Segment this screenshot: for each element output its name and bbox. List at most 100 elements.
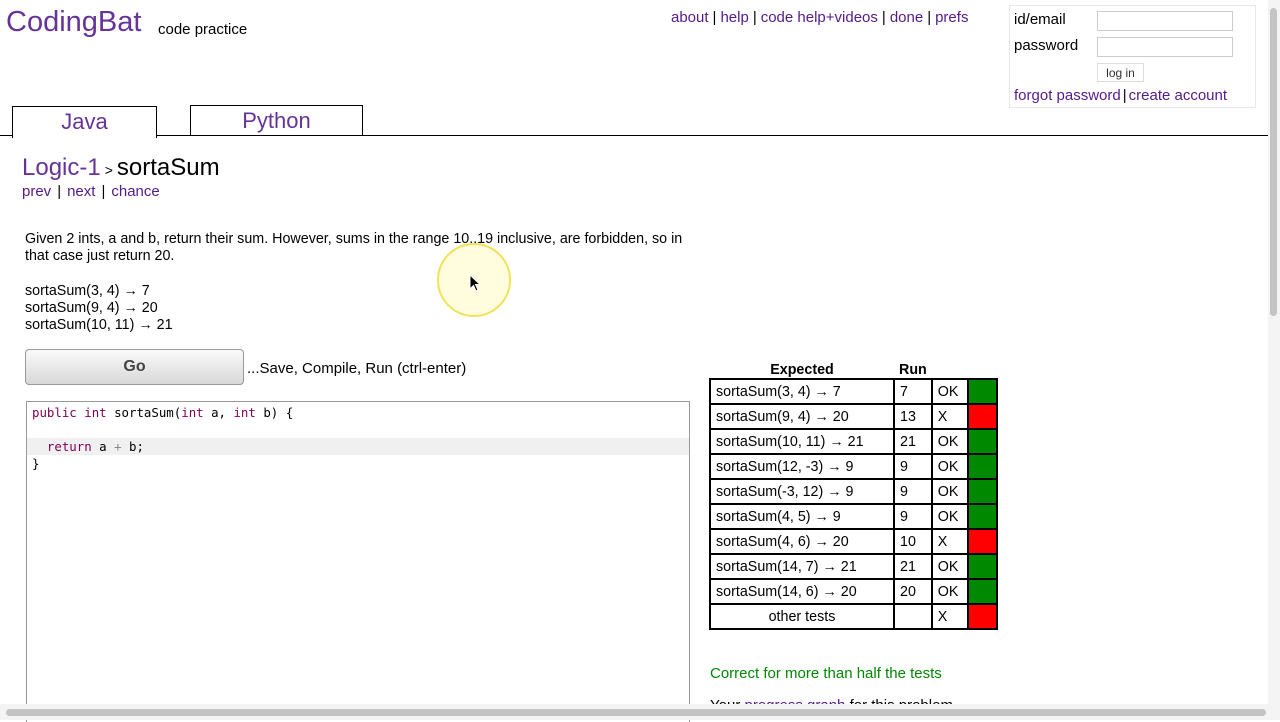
id-email-label: id/email [1014,11,1066,28]
expected-cell: sortaSum(12, -3) → 9 [709,453,895,480]
expected-cell: sortaSum(-3, 12) → 9 [709,478,895,505]
result-cell: X [930,403,969,430]
results-row: sortaSum(12, -3) → 9 9 OK [709,453,998,480]
result-cell: OK [930,553,969,580]
breadcrumb-separator: > [104,162,113,178]
nav-prefs-link[interactable]: prefs [935,9,968,26]
problem-title: sortaSum [116,154,220,181]
example-line: sortaSum(10, 11) → 21 [25,317,173,333]
code-token: int [84,405,107,420]
create-account-link[interactable]: create account [1129,87,1227,104]
expected-header: Expected [770,361,834,378]
result-cell: OK [930,478,969,505]
code-token: int [181,405,204,420]
vertical-scroll-thumb[interactable] [1270,8,1277,316]
prev-link[interactable]: prev [22,183,51,200]
nav-separator: | [101,183,106,200]
password-input[interactable] [1097,37,1233,57]
pass-indicator [966,503,998,530]
run-cell: 10 [893,528,933,555]
nav-about-link[interactable]: about [671,9,709,26]
fail-indicator [966,403,998,430]
expected-cell: sortaSum(3, 4) → 7 [709,378,895,405]
login-box: id/email password log in forgot password… [1009,5,1256,108]
run-cell: 9 [893,478,933,505]
run-header: Run [899,361,927,378]
problem-nav: prev | next | chance [22,183,160,200]
example-line: sortaSum(3, 4) → 7 [25,283,150,299]
mouse-pointer-icon [469,274,481,292]
nav-done-link[interactable]: done [890,9,923,26]
tab-divider [0,135,1268,136]
pass-indicator [966,378,998,405]
horizontal-scroll-thumb[interactable] [6,709,1266,716]
results-table: Expected Run sortaSum(3, 4) → 7 7 OK sortaS… [709,361,998,630]
next-link[interactable]: next [67,183,95,200]
results-summary: Correct for more than half the tests [710,665,942,682]
expected-cell: sortaSum(10, 11) → 21 [709,428,895,455]
expected-cell: other tests [709,603,895,630]
results-row: sortaSum(14, 7) → 21 21 OK [709,553,998,580]
run-cell: 21 [893,553,933,580]
id-email-input[interactable] [1097,11,1233,31]
code-token: + [114,439,122,454]
code-token: return [46,439,92,454]
run-cell [893,603,933,630]
nav-separator: | [57,183,62,200]
result-cell: OK [930,578,969,605]
code-line[interactable]: return a + b; [32,438,144,455]
login-button[interactable]: log in [1097,63,1144,82]
tab-java[interactable]: Java [12,106,157,138]
result-cell: OK [930,453,969,480]
fail-indicator [966,603,998,630]
nav-separator: | [712,9,717,26]
result-cell: OK [930,378,969,405]
pass-indicator [966,428,998,455]
breadcrumb-category-link[interactable]: Logic-1 [22,154,101,181]
code-token: int [233,405,256,420]
breadcrumb: Logic-1 > sortaSum [22,154,220,182]
expected-cell: sortaSum(14, 7) → 21 [709,553,895,580]
password-label: password [1014,37,1079,54]
result-header [932,361,968,379]
results-row: sortaSum(-3, 12) → 9 9 OK [709,478,998,505]
results-row: sortaSum(4, 6) → 20 10 X [709,528,998,555]
nav-code-help-link[interactable]: code help+videos [761,9,878,26]
run-cell: 13 [893,403,933,430]
tab-python[interactable]: Python [190,105,363,136]
chance-link[interactable]: chance [111,183,159,200]
nav-help-link[interactable]: help [720,9,748,26]
results-row: sortaSum(10, 11) → 21 21 OK [709,428,998,455]
code-token: public [32,405,77,420]
result-cell: OK [930,503,969,530]
results-header-row: Expected Run [710,361,997,379]
expected-cell: sortaSum(9, 4) → 20 [709,403,895,430]
expected-cell: sortaSum(4, 5) → 9 [709,503,895,530]
run-cell: 21 [893,428,933,455]
results-row: sortaSum(14, 6) → 20 20 OK [709,578,998,605]
result-cell: OK [930,428,969,455]
top-nav: about | help | code help+videos | done | prefs [671,9,968,26]
code-line[interactable] [32,421,39,438]
run-cell: 9 [893,503,933,530]
problem-description: Given 2 ints, a and b, return their sum.… [25,231,683,264]
example-line: sortaSum(9, 4) → 20 [25,300,158,316]
site-logo[interactable]: CodingBat [6,6,141,39]
nav-separator: | [881,9,886,26]
code-editor[interactable]: public int sortaSum(int a, int b) { retu… [26,401,690,722]
pass-indicator [966,453,998,480]
nav-separator: | [927,9,932,26]
results-row: sortaSum(9, 4) → 20 13 X [709,403,998,430]
nav-separator: | [752,9,757,26]
forgot-password-link[interactable]: forgot password [1014,87,1121,104]
results-row: sortaSum(4, 5) → 9 9 OK [709,503,998,530]
run-cell: 20 [893,578,933,605]
code-line[interactable]: public int sortaSum(int a, int b) { [32,404,293,421]
examples-list: sortaSum(3, 4) → 7 sortaSum(9, 4) → 20 s… [25,283,173,334]
result-cell: X [930,528,969,555]
fail-indicator [966,528,998,555]
code-line[interactable]: } [32,455,39,472]
link-separator: | [1122,87,1127,104]
go-button[interactable]: Go [25,349,244,385]
run-cell: 9 [893,453,933,480]
